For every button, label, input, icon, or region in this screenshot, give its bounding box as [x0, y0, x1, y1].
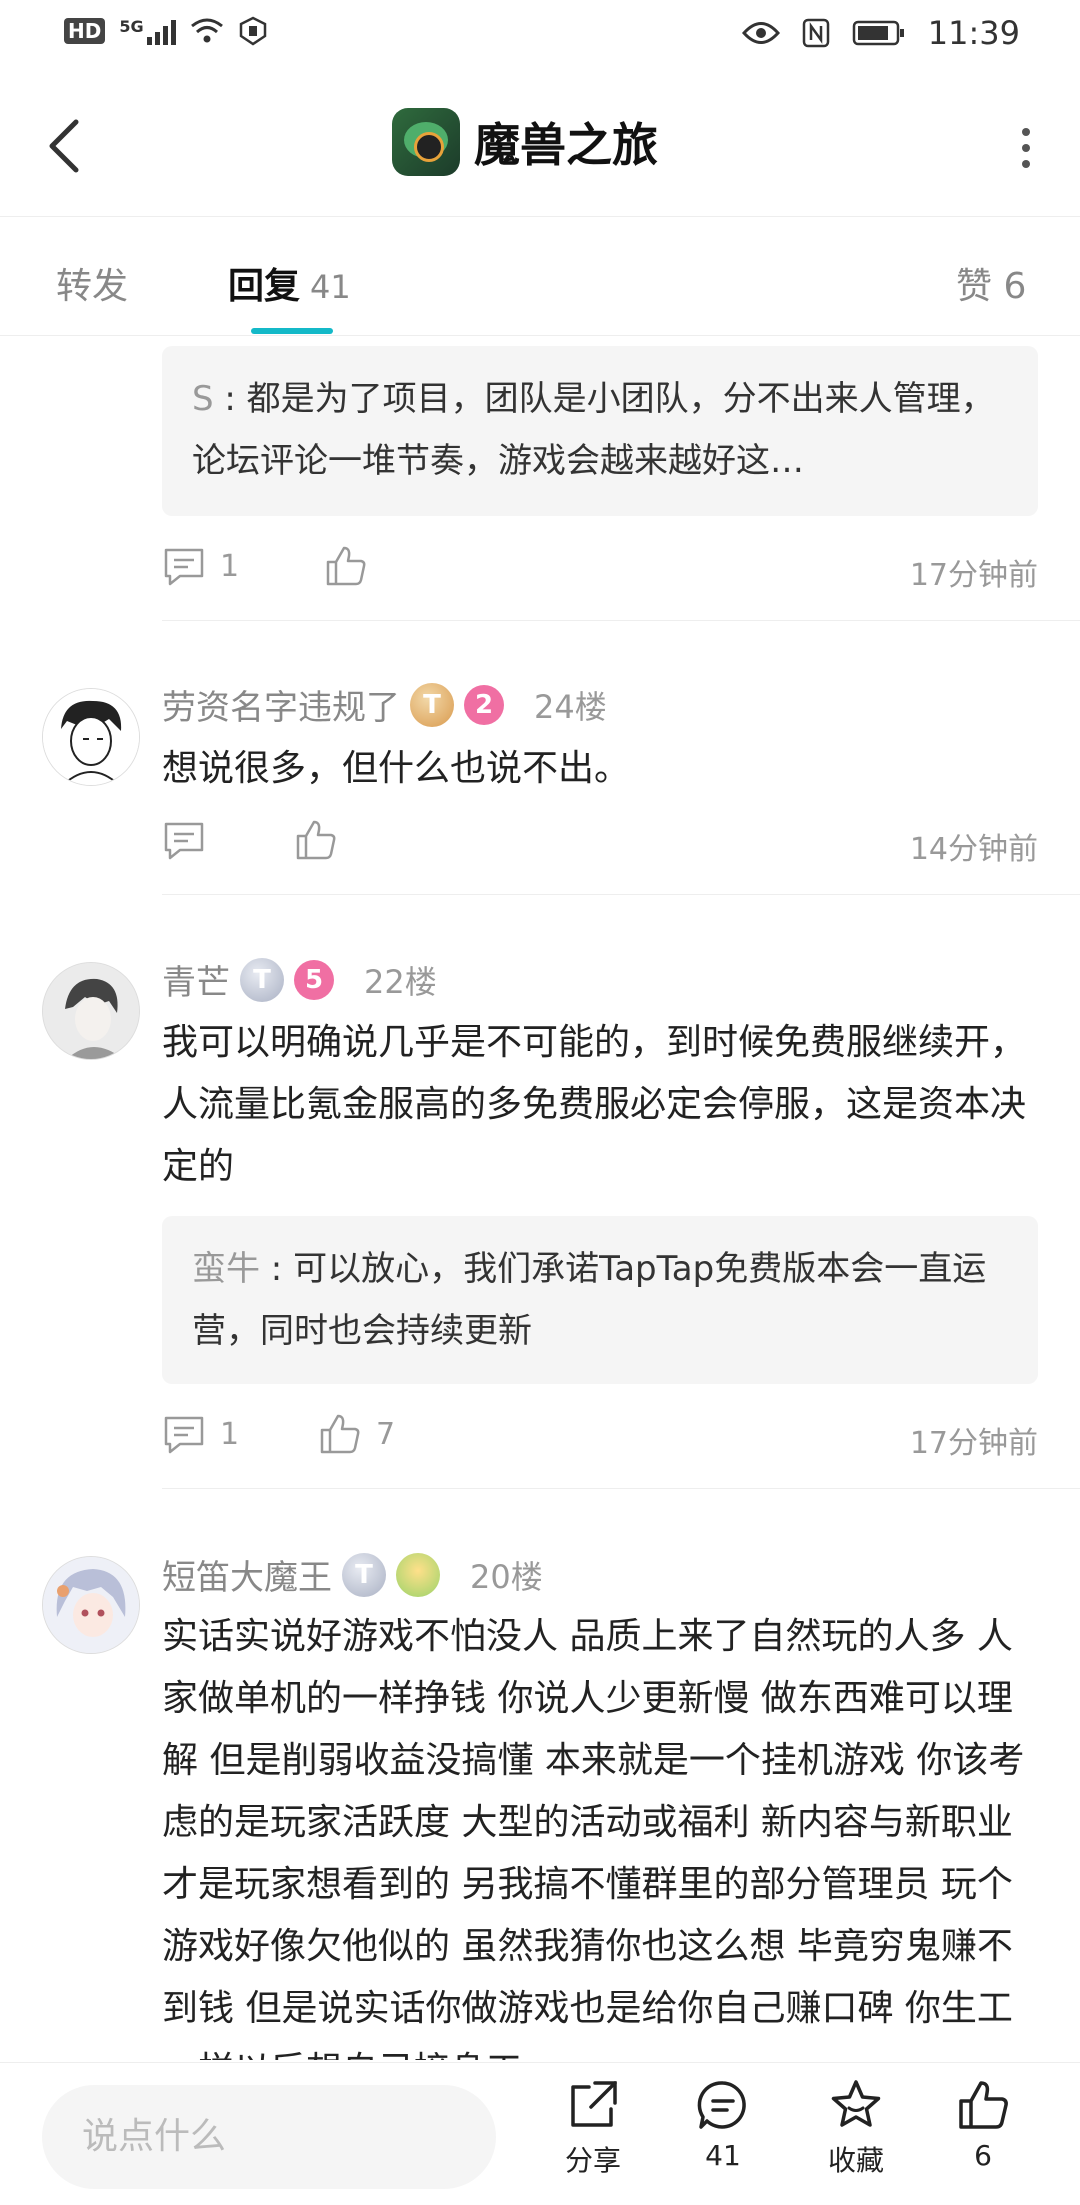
- tab-reply[interactable]: 回复 41: [228, 257, 351, 309]
- back-icon[interactable]: [36, 114, 96, 178]
- share-label: 分享: [564, 2144, 621, 2177]
- comment-button[interactable]: [162, 818, 220, 862]
- quote-separator: :: [260, 1249, 294, 1289]
- battery-icon: [852, 20, 904, 46]
- tab-reply-label: 回复: [228, 266, 301, 307]
- divider: [162, 894, 1080, 895]
- wifi-icon: [190, 18, 223, 43]
- hd-indicator: HD: [64, 18, 106, 44]
- game-title-group[interactable]: 魔兽之旅: [392, 108, 658, 176]
- tab-bar: 转发 回复 41 赞 6: [0, 217, 1080, 336]
- like-post-button[interactable]: 6: [933, 2077, 1033, 2172]
- comment-icon: [164, 1416, 204, 1454]
- comment-count: 1: [220, 548, 240, 584]
- reply-text: 我可以明确说几乎是不可能的，到时候免费服继续开，人流量比氪金服高的多免费服必定会…: [162, 1022, 1027, 1187]
- user-row: 青芒 T 5 22楼: [162, 955, 437, 1004]
- game-icon: [392, 108, 460, 176]
- tab-like[interactable]: 赞 6: [956, 257, 1026, 309]
- signal-icon: 5G: [119, 17, 176, 45]
- status-left: HD 5G: [64, 16, 268, 46]
- reply-quote[interactable]: 蛮牛 : 可以放心，我们承诺TapTap免费版本会一直运营，同时也会持续更新: [162, 1216, 1038, 1384]
- app-header: 魔兽之旅: [0, 76, 1080, 217]
- floor-number: 24楼: [534, 687, 607, 726]
- nfc-icon: [802, 18, 830, 48]
- star-icon: [831, 2080, 881, 2127]
- quote-separator: :: [213, 379, 247, 419]
- level-badge: T: [240, 957, 284, 1002]
- bottom-action-bar: 说点什么 分享 41 收藏 6: [0, 2062, 1080, 2205]
- reply-text: 实话实说好游戏不怕没人 品质上来了自然玩的人多 人家做单机的一样挣钱 你说人少更…: [162, 1616, 1025, 2060]
- username[interactable]: 劳资名字违规了: [162, 680, 400, 729]
- avatar[interactable]: [42, 688, 140, 786]
- divider: [162, 1488, 1080, 1489]
- comment-count: 1: [220, 1416, 240, 1452]
- divider: [162, 620, 1080, 621]
- comments-button[interactable]: 41: [673, 2077, 773, 2172]
- level-badge: T: [410, 682, 454, 727]
- game-title: 魔兽之旅: [474, 118, 658, 172]
- tab-like-count: 6: [1003, 266, 1027, 307]
- comments-count: 41: [705, 2139, 741, 2172]
- comment-input[interactable]: 说点什么: [42, 2085, 496, 2189]
- thumbs-up-icon: [959, 2081, 1008, 2129]
- thumbs-up-icon: [320, 1414, 360, 1454]
- character-badge-icon: [396, 1552, 440, 1597]
- username[interactable]: 青芒: [162, 955, 230, 1004]
- status-bar: HD 5G 11:39: [0, 0, 1080, 66]
- comment-icon: [164, 822, 204, 860]
- reply-actions: 1 17分钟前: [162, 544, 1038, 594]
- reply-time: 17分钟前: [909, 1426, 1038, 1461]
- comment-bubble-icon: [697, 2081, 746, 2129]
- user-row: 劳资名字违规了 T 2 24楼: [162, 680, 607, 729]
- tab-reply-count: 41: [310, 268, 351, 306]
- comment-button[interactable]: 1: [162, 1412, 239, 1456]
- user-row: 短笛大魔王 T 20楼: [162, 1550, 543, 1599]
- like-post-count: 6: [974, 2139, 992, 2172]
- floor-number: 22楼: [364, 962, 437, 1001]
- reply-actions: 1 7 17分钟前: [162, 1412, 1038, 1462]
- network-type: 5G: [119, 17, 144, 36]
- eye-icon: [741, 22, 780, 44]
- tab-active-indicator: [251, 328, 333, 334]
- share-icon: [571, 2081, 617, 2127]
- quote-text: 都是为了项目，团队是小团队，分不出来人管理，论坛评论一堆节奏，游戏会越来越好这…: [192, 379, 995, 481]
- status-right: 11:39: [741, 14, 1020, 52]
- reply-quote[interactable]: S : 都是为了项目，团队是小团队，分不出来人管理，论坛评论一堆节奏，游戏会越来…: [162, 346, 1038, 516]
- comment-icon: [164, 548, 204, 586]
- reply-time: 17分钟前: [909, 558, 1038, 593]
- quote-author: 蛮牛: [192, 1249, 260, 1289]
- number-badge: 2: [464, 684, 504, 725]
- reply-time: 14分钟前: [909, 832, 1038, 867]
- avatar[interactable]: [42, 962, 140, 1060]
- avatar[interactable]: [42, 1556, 140, 1654]
- level-badge: T: [342, 1552, 386, 1597]
- like-button[interactable]: [294, 818, 338, 862]
- thumbs-up-icon: [326, 546, 366, 586]
- number-badge: 5: [294, 959, 334, 1000]
- like-button[interactable]: 7: [318, 1412, 395, 1456]
- share-button[interactable]: 分享: [543, 2077, 643, 2179]
- more-options-icon[interactable]: [1016, 126, 1036, 170]
- tab-forward[interactable]: 转发: [56, 257, 128, 309]
- favorite-label: 收藏: [827, 2144, 884, 2177]
- comment-button[interactable]: 1: [162, 544, 239, 588]
- favorite-button[interactable]: 收藏: [806, 2077, 906, 2179]
- like-button[interactable]: [324, 544, 368, 588]
- username[interactable]: 短笛大魔王: [162, 1550, 332, 1599]
- like-count: 7: [376, 1416, 396, 1452]
- floor-number: 20楼: [470, 1557, 543, 1596]
- shield-hand-icon: [239, 16, 266, 46]
- clock: 11:39: [927, 14, 1020, 52]
- reply-text: 想说很多，但什么也说不出。: [162, 748, 631, 789]
- thumbs-up-icon: [296, 820, 336, 860]
- quote-author: S: [192, 379, 214, 419]
- quote-text: 可以放心，我们承诺TapTap免费版本会一直运营，同时也会持续更新: [192, 1249, 987, 1351]
- tab-like-label: 赞: [956, 266, 993, 307]
- reply-actions: 14分钟前: [162, 818, 1038, 868]
